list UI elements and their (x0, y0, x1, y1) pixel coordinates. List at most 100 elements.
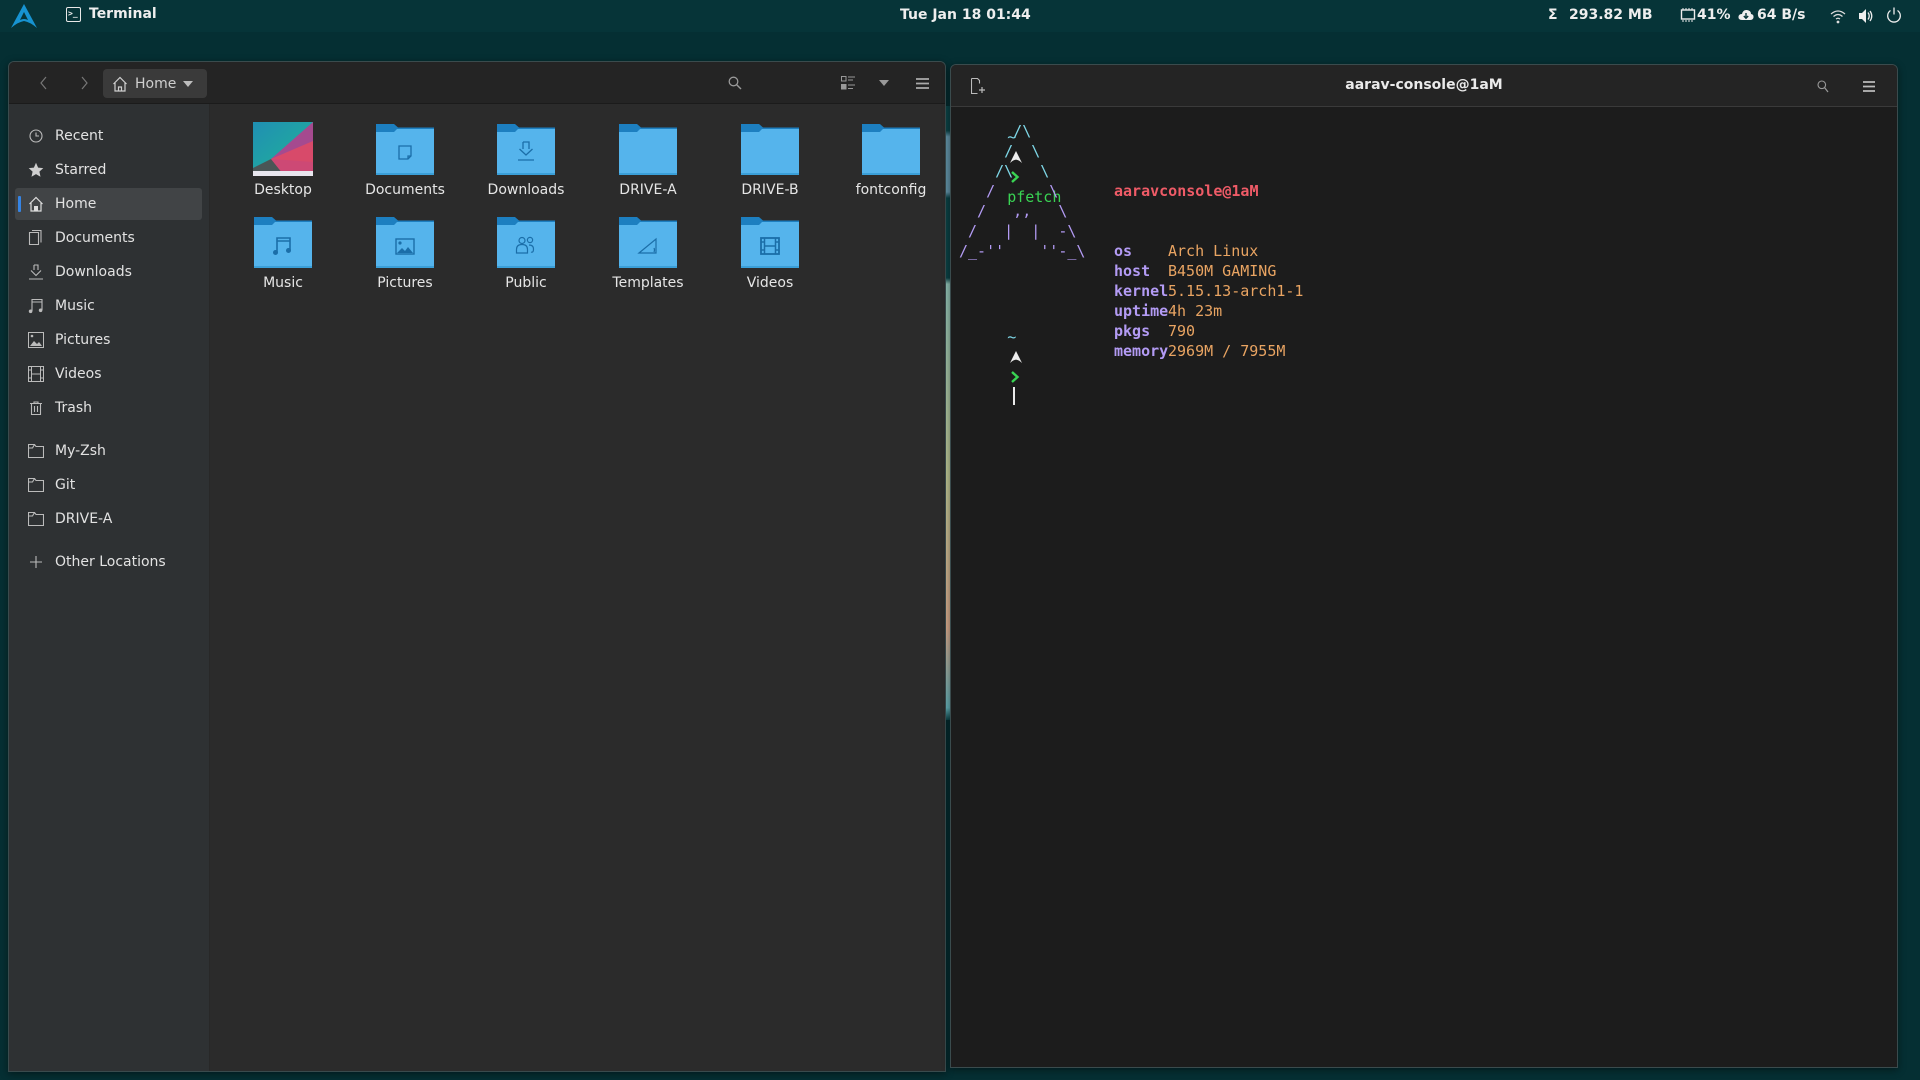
file-manager-window: Home Recent Starred Home Documents Downl… (8, 61, 946, 1072)
sidebar-item-pictures[interactable]: Pictures (15, 324, 202, 356)
cloud-download-icon (1738, 9, 1754, 21)
folder-icon (27, 442, 45, 460)
clock-icon (27, 127, 45, 145)
file-item-documents[interactable]: Documents (349, 112, 461, 204)
file-item-drive-a[interactable]: DRIVE-A (592, 112, 704, 204)
sidebar-item-label: Music (55, 298, 95, 314)
file-item-icon (618, 122, 678, 176)
sidebar-item-label: DRIVE-A (55, 511, 113, 527)
plain-folder-icon (741, 124, 799, 175)
menu-button[interactable] (908, 70, 936, 96)
public-folder-icon (497, 217, 555, 268)
sidebar-bookmark-git[interactable]: Git (15, 469, 202, 501)
file-item-public[interactable]: Public (470, 205, 582, 297)
sidebar-item-documents[interactable]: Documents (15, 222, 202, 254)
file-item-label: DRIVE-A (619, 182, 677, 198)
downloads-folder-icon (497, 124, 555, 175)
file-item-fontconfig[interactable]: fontconfig (835, 112, 945, 204)
plain-folder-icon (862, 124, 920, 175)
download-icon (27, 263, 45, 281)
sidebar-item-starred[interactable]: Starred (15, 154, 202, 186)
terminal-headerbar: aarav-console@1aM (951, 65, 1897, 107)
desktop-thumbnail-icon (253, 122, 313, 176)
file-item-label: Desktop (254, 182, 312, 198)
sidebar-item-label: Pictures (55, 332, 111, 348)
sidebar-item-label: My-Zsh (55, 443, 106, 459)
terminal-output[interactable]: ~ pfetch /\ / \ /\ \ / \ / ,, \ / | | -\… (951, 107, 1897, 1067)
file-item-drive-b[interactable]: DRIVE-B (714, 112, 826, 204)
sidebar-bookmark-my-zsh[interactable]: My-Zsh (15, 435, 202, 467)
file-item-videos[interactable]: Videos (714, 205, 826, 297)
sidebar-bookmark-drive-a[interactable]: DRIVE-A (15, 503, 202, 535)
file-item-downloads[interactable]: Downloads (470, 112, 582, 204)
terminal-icon: >_ (66, 6, 81, 22)
sidebar-item-label: Trash (55, 400, 92, 416)
view-options-button[interactable] (870, 70, 898, 96)
sidebar-other-locations[interactable]: Other Locations (15, 546, 202, 578)
pfetch-field-host: host B450M GAMING (1114, 261, 1303, 281)
pfetch-title: aaravconsole@1aM (1114, 182, 1259, 200)
back-button[interactable] (30, 70, 58, 96)
file-item-desktop[interactable]: Desktop (227, 112, 339, 204)
text-cursor (1013, 387, 1016, 405)
plus-icon (27, 553, 45, 571)
prompt-line-active: ~ (953, 307, 1023, 427)
path-bar-home[interactable]: Home (103, 69, 207, 98)
pfetch-field-os: os Arch Linux (1114, 241, 1303, 261)
pictures-folder-icon (376, 217, 434, 268)
home-icon (27, 195, 45, 213)
sidebar-item-label: Other Locations (55, 554, 166, 570)
music-folder-icon (254, 217, 312, 268)
sidebar-item-trash[interactable]: Trash (15, 392, 202, 424)
terminal-menu-button[interactable] (1855, 73, 1883, 99)
volume-icon[interactable] (1858, 8, 1874, 24)
ascii-art-line: / ,, \ (959, 202, 1068, 220)
file-item-templates[interactable]: Templates (592, 205, 704, 297)
file-item-icon (496, 122, 556, 176)
sidebar-item-videos[interactable]: Videos (15, 358, 202, 390)
folder-icon (27, 476, 45, 494)
pfetch-ascii-logo: /\ / \ /\ \ / \ / ,, \ / | | -\ /_-'' ''-… (959, 121, 1085, 261)
pfetch-field-pkgs: pkgs 790 (1114, 321, 1303, 341)
hamburger-icon (915, 77, 929, 89)
sidebar-item-home[interactable]: Home (15, 188, 202, 220)
terminal-search-button[interactable] (1809, 73, 1837, 99)
documents-icon (27, 229, 45, 247)
wifi-icon[interactable] (1830, 8, 1846, 24)
pfetch-key: os (1114, 242, 1133, 260)
terminal-window: aarav-console@1aM ~ pfetch /\ / \ /\ \ /… (950, 64, 1898, 1068)
ascii-art-line: / | | -\ (959, 222, 1077, 240)
templates-folder-icon (619, 217, 677, 268)
file-item-music[interactable]: Music (227, 205, 339, 297)
pfetch-value: Arch Linux (1168, 242, 1259, 260)
pfetch-key: host (1114, 262, 1151, 280)
file-item-pictures[interactable]: Pictures (349, 205, 461, 297)
pfetch-key: pkgs (1114, 322, 1151, 340)
sidebar-item-recent[interactable]: Recent (15, 120, 202, 152)
power-icon[interactable] (1886, 7, 1902, 24)
pfetch-key: memory (1114, 342, 1169, 360)
music-icon (27, 297, 45, 315)
pfetch-info: aaravconsole@1aM os Arch Linux host B450M G… (1114, 141, 1303, 401)
ascii-art-line: /_-'' ''-_\ (959, 242, 1086, 260)
memory-usage: 293.82 MB (1569, 7, 1653, 23)
documents-folder-icon (376, 124, 434, 175)
cpu-icon (1680, 8, 1696, 22)
app-menu[interactable]: >_ Terminal (66, 6, 157, 22)
arch-logo-icon[interactable] (11, 4, 37, 28)
sidebar-item-music[interactable]: Music (15, 290, 202, 322)
trash-icon (27, 399, 45, 417)
pfetch-value: 5.15.13-arch1-1 (1168, 282, 1304, 300)
search-button[interactable] (721, 70, 749, 96)
view-toggle-button[interactable] (834, 70, 862, 96)
system-tray: Σ 293.82 MB 41% 64 B/s (1540, 0, 1920, 32)
file-item-icon (740, 122, 800, 176)
app-name: Terminal (89, 6, 157, 22)
file-item-label: fontconfig (855, 182, 927, 198)
forward-button[interactable] (70, 70, 98, 96)
prompt-arrow-icon (1011, 371, 1020, 383)
sidebar-item-downloads[interactable]: Downloads (15, 256, 202, 288)
top-panel: >_ Terminal Tue Jan 18 01:44 Σ 293.82 MB… (0, 0, 1920, 32)
pfetch-field-uptime: uptime4h 23m (1114, 301, 1303, 321)
clock[interactable]: Tue Jan 18 01:44 (900, 7, 1031, 23)
